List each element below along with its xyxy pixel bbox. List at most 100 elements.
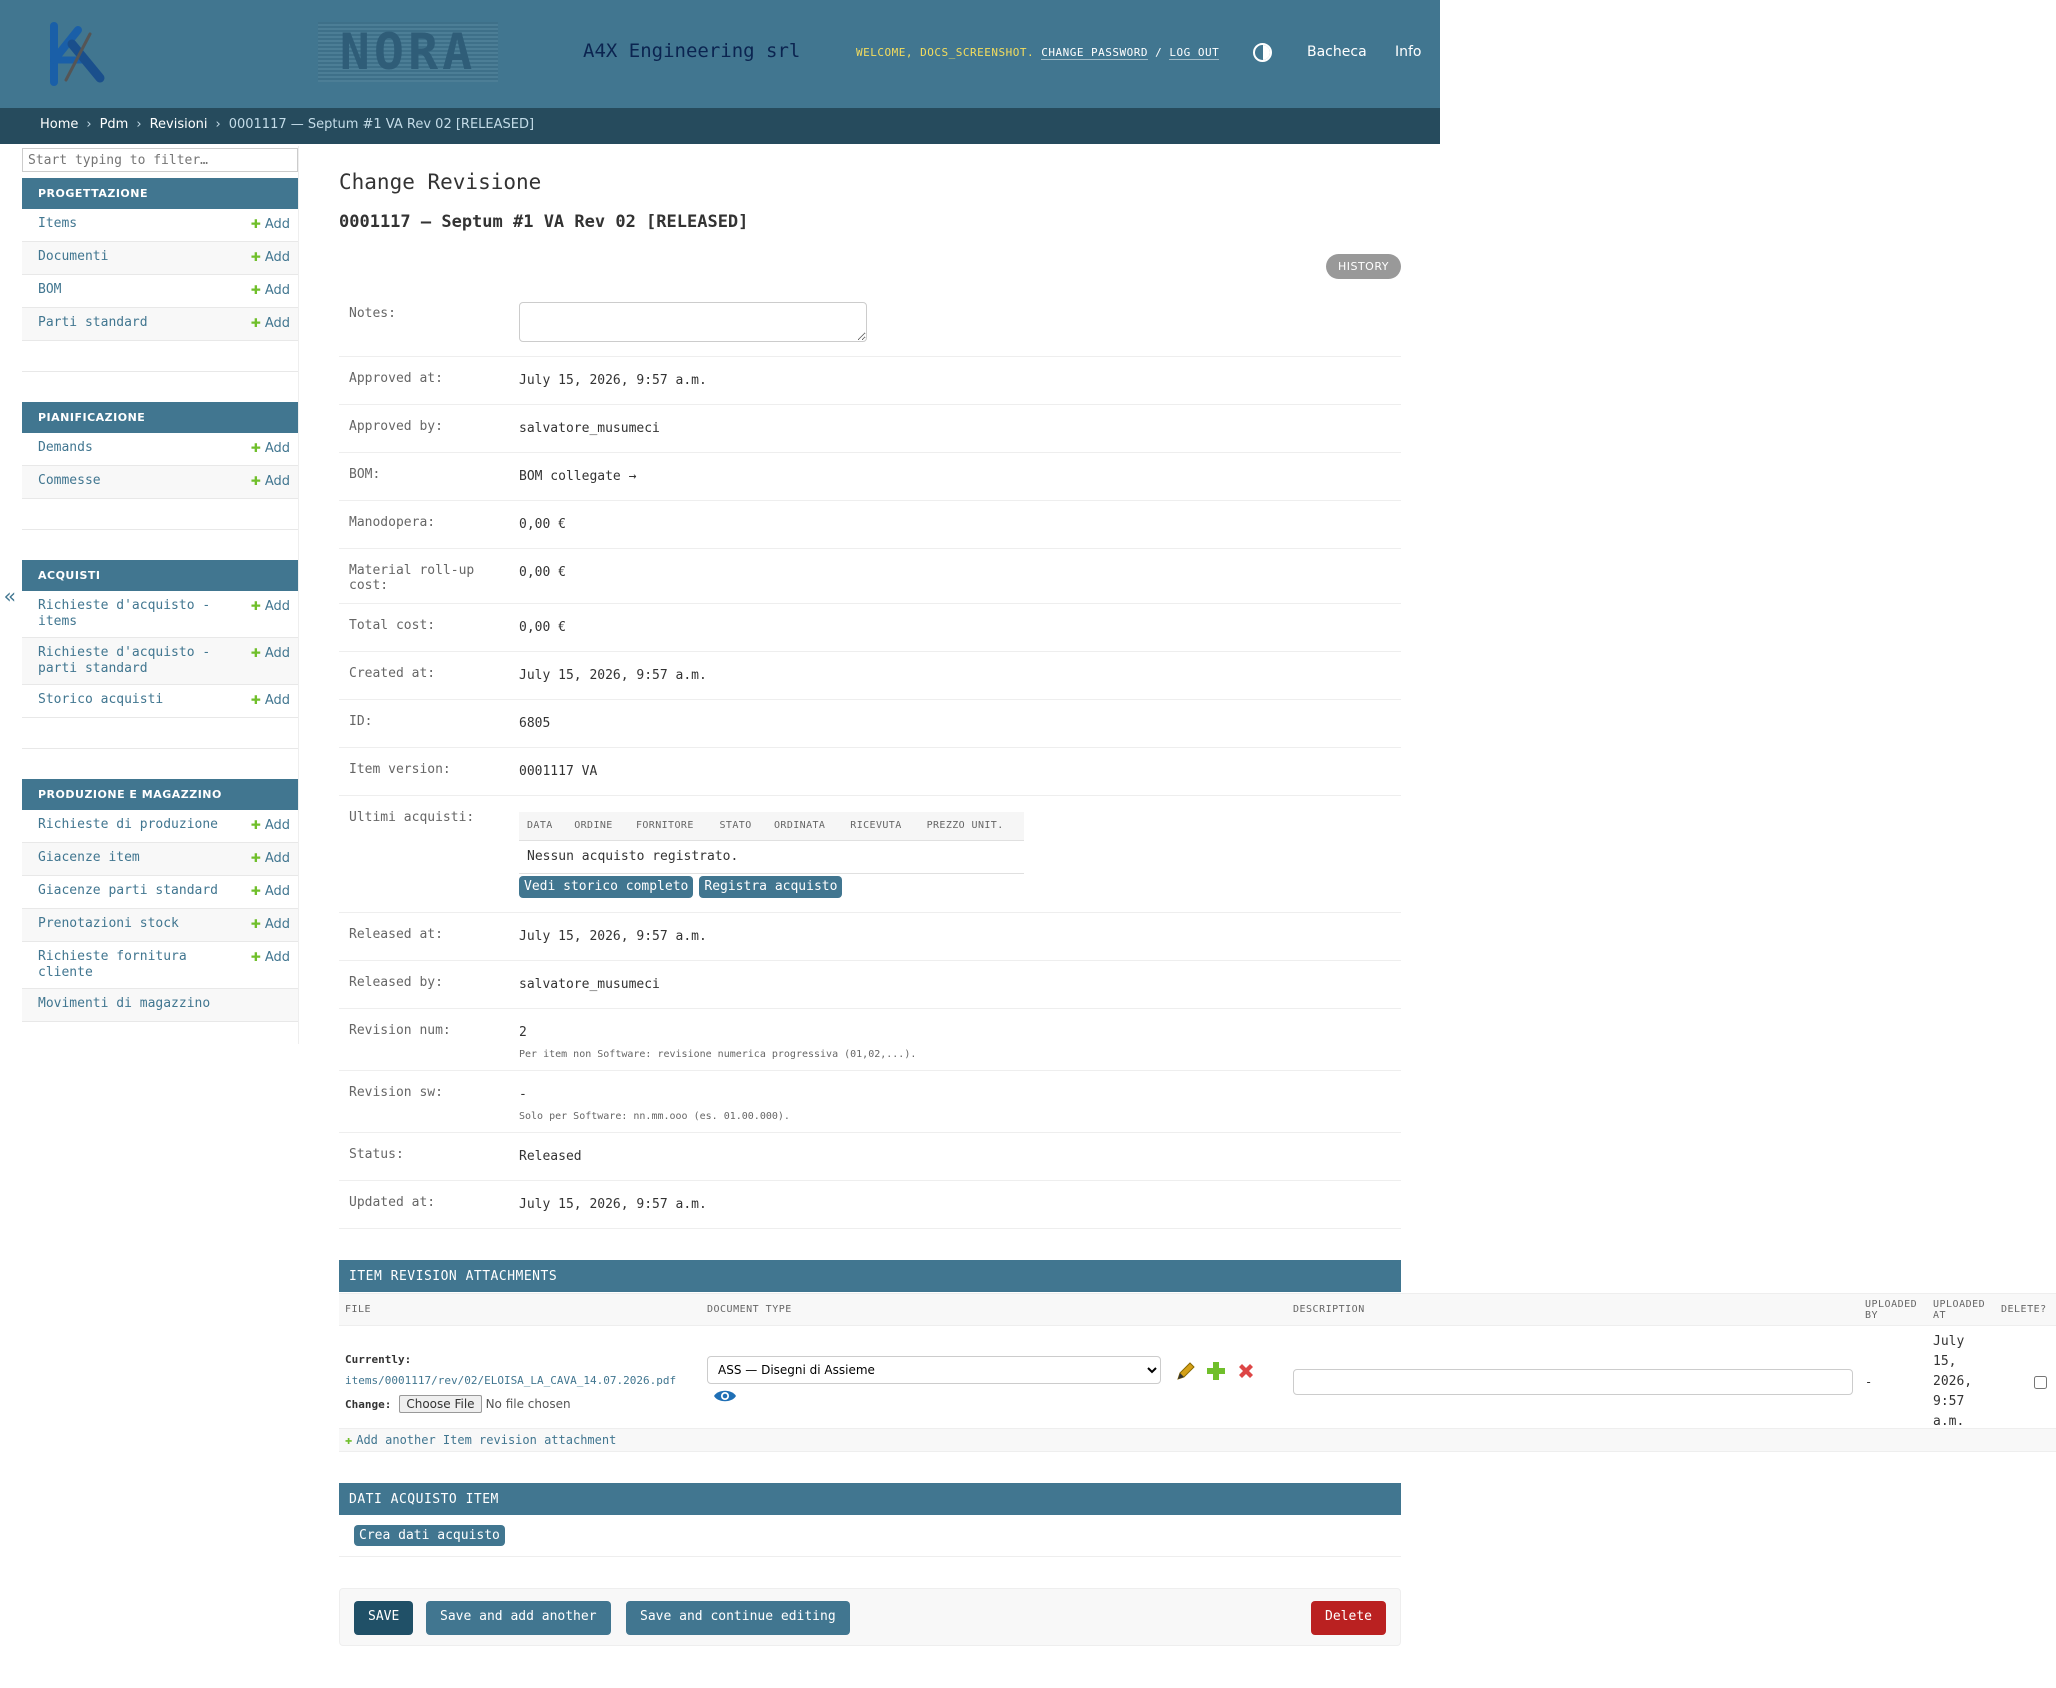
sidebar-item-label[interactable]: Items [38,216,77,231]
column-header: FORNITORE [627,812,712,841]
delete-button[interactable]: Delete [1311,1601,1386,1635]
sidebar-item-label[interactable]: Richieste di produzione [38,817,218,832]
registra-acquisto-button[interactable]: Registra acquisto [699,876,843,898]
bom-collegate-link[interactable]: BOM collegate → [519,469,636,485]
sidebar-collapse-button[interactable]: « [4,584,16,608]
dati-acquisto-section: Crea dati acquisto [339,1515,1401,1557]
sidebar-item[interactable]: Parti standard Add [22,308,298,341]
nora-logo[interactable]: NORA [318,22,498,82]
sidebar-item[interactable]: BOM Add [22,275,298,308]
sidebar-add-link[interactable]: Add [251,315,290,332]
save-button[interactable]: SAVE [354,1601,414,1635]
add-another-attachment-link[interactable]: Add another Item revision attachment [339,1428,2056,1452]
breadcrumb-home[interactable]: Home [40,117,78,132]
sidebar-item[interactable]: Documenti Add [22,242,298,275]
sidebar-add-link[interactable]: Add [251,598,290,615]
sidebar-add-link[interactable]: Add [251,645,290,662]
item-version-link[interactable]: 0001117 VA [519,764,597,780]
sidebar-item-label[interactable]: Richieste d'acquisto - parti standard [38,645,210,676]
document-type-select[interactable]: ASS — Disegni di Assieme [707,1356,1161,1384]
column-header: DESCRIPTION [1287,1293,1859,1326]
notes-textarea[interactable] [519,302,867,342]
sidebar-item-label[interactable]: Demands [38,440,93,455]
sidebar-add-link[interactable]: Add [251,440,290,457]
sidebar-module-spacer [22,1022,298,1044]
sidebar-item[interactable]: Richieste d'acquisto - items Add [22,591,298,638]
a4x-logo-icon[interactable] [44,20,108,86]
sidebar-module-caption[interactable]: PRODUZIONE E MAGAZZINO [22,779,298,810]
sidebar-filter-input[interactable] [22,148,298,172]
sidebar-add-link[interactable]: Add [251,916,290,933]
sidebar-item[interactable]: Richieste di produzione Add [22,810,298,843]
field-notes: Notes: [339,292,1401,357]
save-add-another-button[interactable]: Save and add another [426,1601,611,1635]
sidebar-item-label[interactable]: Richieste d'acquisto - items [38,598,210,629]
breadcrumb-separator: › [86,117,92,132]
sidebar-item-label[interactable]: Prenotazioni stock [38,916,179,931]
sidebar-item[interactable]: Giacenze parti standard Add [22,876,298,909]
save-continue-button[interactable]: Save and continue editing [626,1601,850,1635]
field-label: Released at: [349,927,443,942]
delete-x-icon[interactable] [1234,1359,1258,1383]
sidebar-item-label[interactable]: Giacenze parti standard [38,883,218,898]
sidebar-module-caption[interactable]: PROGETTAZIONE [22,178,298,209]
attachment-file-link[interactable]: items/0001117/rev/02/ELOISA_LA_CAVA_14.0… [345,1374,695,1387]
crea-dati-acquisto-button[interactable]: Crea dati acquisto [354,1525,505,1546]
sidebar-add-link[interactable]: Add [251,949,290,966]
submit-row: SAVE Save and add another Save and conti… [339,1588,1401,1646]
field-approved-by: Approved by: salvatore_musumeci [339,405,1401,453]
released-by-link[interactable]: salvatore_musumeci [519,977,660,993]
sidebar-add-link[interactable]: Add [251,850,290,867]
sidebar-add-link[interactable]: Add [251,883,290,900]
logout-link[interactable]: LOG OUT [1169,46,1220,60]
sidebar-item[interactable]: Commesse Add [22,466,298,499]
sidebar-item-label[interactable]: Richieste fornitura cliente [38,949,187,980]
sidebar-item-label[interactable]: Parti standard [38,315,148,330]
nav-info-link[interactable]: Info [1395,44,1422,60]
sidebar-item-label[interactable]: BOM [38,282,61,297]
field-value: 0,00 € [519,620,566,635]
sidebar: PROGETTAZIONEItemsAddDocumentiAddBOMAddP… [22,146,299,1044]
pencil-icon[interactable] [1174,1359,1198,1383]
sidebar-item[interactable]: Richieste fornitura cliente Add [22,942,298,989]
sidebar-item-label[interactable]: Storico acquisti [38,692,163,707]
sidebar-item-label[interactable]: Documenti [38,249,108,264]
sidebar-add-link[interactable]: Add [251,216,290,233]
theme-toggle-icon[interactable] [1253,43,1272,62]
history-button[interactable]: HISTORY [1325,254,1401,279]
sidebar-add-link[interactable]: Add [251,817,290,834]
field-value: July 15, 2026, 9:57 a.m. [519,1197,707,1212]
vedi-storico-button[interactable]: Vedi storico completo [519,876,694,898]
eye-icon[interactable] [713,1384,737,1408]
plus-icon[interactable] [1204,1359,1228,1383]
sidebar-module-caption[interactable]: PIANIFICAZIONE [22,402,298,433]
field-ultimi-acquisti: Ultimi acquisti: DATA ORDINE FORNITORE STAT… [339,796,1401,913]
sidebar-item[interactable]: Prenotazioni stock Add [22,909,298,942]
change-password-link[interactable]: CHANGE PASSWORD [1041,46,1149,60]
sidebar-add-link[interactable]: Add [251,692,290,709]
sidebar-item-label[interactable]: Giacenze item [38,850,140,865]
delete-checkbox[interactable] [2034,1375,2047,1389]
sidebar-add-link[interactable]: Add [251,473,290,490]
sidebar-item[interactable]: Giacenze item Add [22,843,298,876]
file-cell: Currently: items/0001117/rev/02/ELOISA_L… [339,1325,701,1439]
breadcrumb-revisioni[interactable]: Revisioni [150,117,208,132]
site-header: NORA A4X Engineering srl WELCOME, DOCS_S… [0,0,1440,108]
sidebar-item[interactable]: Demands Add [22,433,298,466]
main-content: Change Revisione 0001117 — Septum #1 VA … [339,146,1401,1229]
sidebar-module-spacer [22,341,298,372]
description-input[interactable] [1293,1369,1853,1395]
sidebar-add-link[interactable]: Add [251,282,290,299]
choose-file-button[interactable]: Choose File [399,1395,482,1413]
sidebar-item-label[interactable]: Commesse [38,473,101,488]
sidebar-module-caption[interactable]: ACQUISTI [22,560,298,591]
nav-bacheca-link[interactable]: Bacheca [1307,44,1367,60]
sidebar-item-label[interactable]: Movimenti di magazzino [38,996,210,1011]
sidebar-add-link[interactable]: Add [251,249,290,266]
approved-by-link[interactable]: salvatore_musumeci [519,421,660,437]
breadcrumb-pdm[interactable]: Pdm [100,117,129,132]
sidebar-item[interactable]: Movimenti di magazzino [22,989,298,1022]
sidebar-item[interactable]: Richieste d'acquisto - parti standard Add [22,638,298,685]
sidebar-item[interactable]: Items Add [22,209,298,242]
sidebar-item[interactable]: Storico acquisti Add [22,685,298,718]
